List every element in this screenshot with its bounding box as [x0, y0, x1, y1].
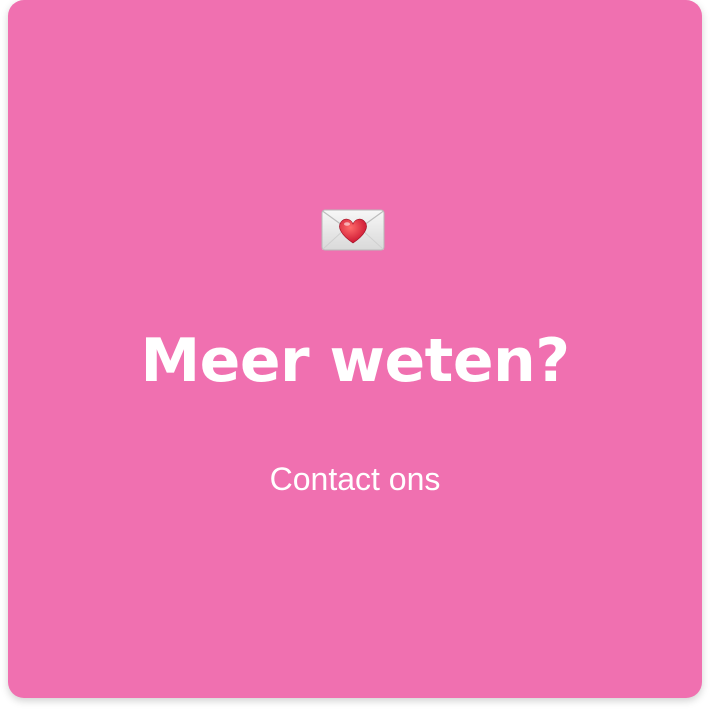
page-title: Meer weten?: [140, 326, 570, 396]
contact-us-link[interactable]: Contact ons: [8, 458, 702, 500]
contact-card: Meer weten? Contact ons: [8, 0, 702, 698]
love-letter-icon: [321, 209, 385, 251]
